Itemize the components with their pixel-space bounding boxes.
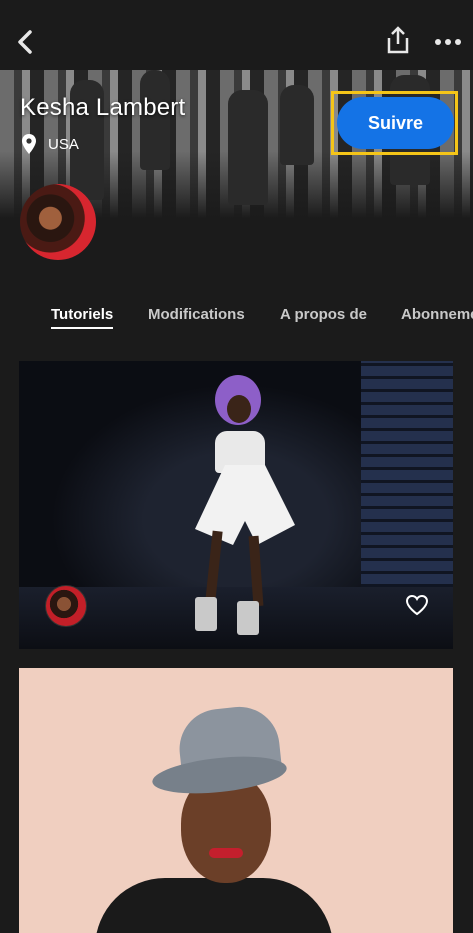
chevron-left-icon[interactable] — [12, 26, 40, 58]
profile-location: USA — [22, 134, 79, 154]
active-tab-indicator — [51, 327, 113, 329]
tab-a-propos[interactable]: A propos de — [280, 306, 367, 323]
tab-abonnements[interactable]: Abonnements — [401, 306, 473, 323]
tab-tutoriels[interactable]: Tutoriels — [51, 306, 113, 323]
card-author-avatar[interactable] — [45, 585, 87, 627]
profile-name: Kesha Lambert — [20, 94, 186, 121]
avatar[interactable] — [20, 184, 96, 260]
profile-tabs: Tutoriels Modifications A propos de Abon… — [0, 300, 473, 340]
tutorial-card[interactable] — [19, 668, 453, 933]
location-pin-icon — [22, 134, 36, 154]
location-text: USA — [48, 135, 79, 153]
share-icon[interactable] — [384, 24, 412, 56]
top-bar — [0, 0, 473, 70]
follow-button[interactable]: Suivre — [337, 97, 454, 149]
more-horizontal-icon[interactable] — [434, 32, 462, 52]
tab-modifications[interactable]: Modifications — [148, 306, 245, 323]
heart-outline-icon[interactable] — [405, 594, 429, 616]
